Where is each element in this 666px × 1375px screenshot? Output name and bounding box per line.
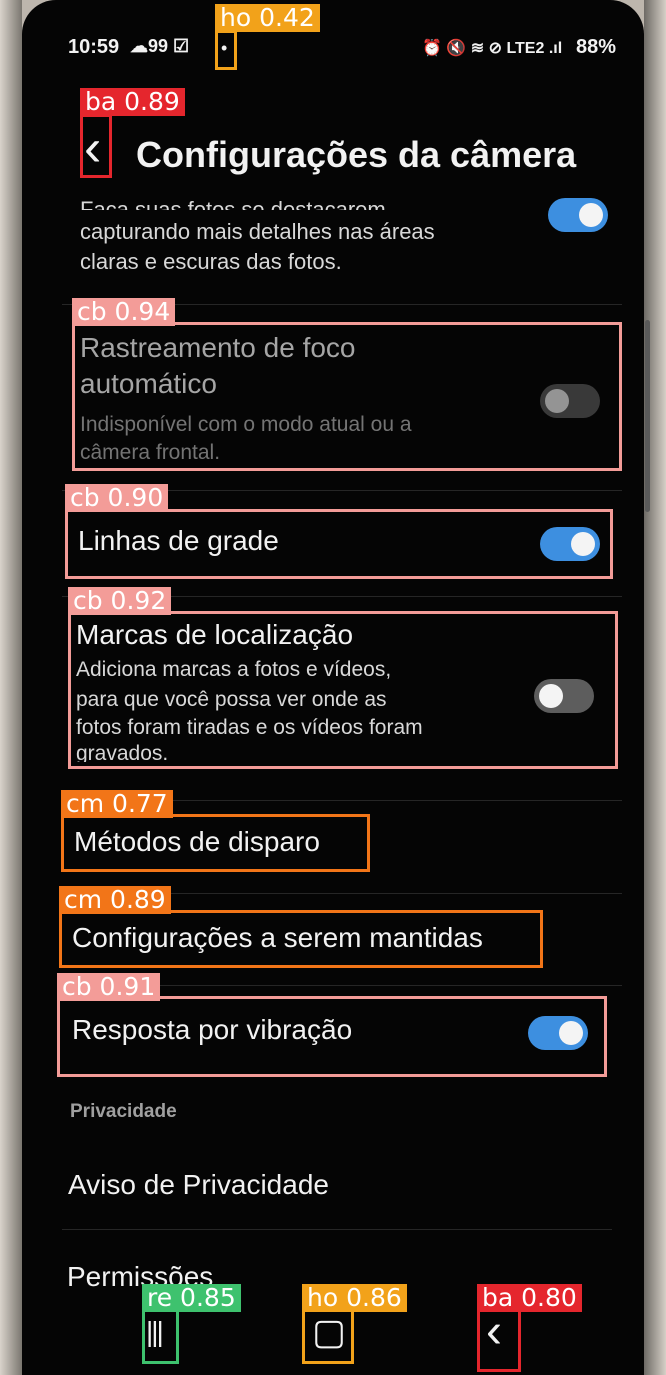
privacy-notice-item[interactable]: Aviso de Privacidade — [68, 1169, 329, 1201]
detection-box-back — [80, 114, 112, 178]
status-system-icons: ⏰ 🔇 ≋ ⊘ LTE2 .ıl — [422, 40, 563, 57]
page-title: Configurações da câmera — [136, 134, 577, 175]
detection-box-home — [302, 1309, 354, 1364]
detection-tag: cb 0.92 — [68, 587, 172, 615]
phone-bezel-right — [644, 0, 666, 1375]
detection-box-home-indicator — [215, 30, 237, 70]
detection-box-menu — [61, 814, 370, 872]
detection-tag: cm 0.89 — [59, 886, 171, 914]
detection-tag: re 0.85 — [142, 1284, 241, 1312]
detection-tag: cb 0.91 — [57, 973, 161, 1001]
detection-tag: ho 0.42 — [215, 4, 320, 32]
battery-level: 88% — [576, 36, 617, 58]
detection-tag: ho 0.86 — [302, 1284, 407, 1312]
top-item-toggle[interactable] — [548, 198, 608, 232]
detection-box-checkbox — [57, 996, 607, 1077]
detection-tag: cm 0.77 — [61, 790, 173, 818]
detection-box-checkbox — [72, 322, 622, 471]
scrollbar[interactable] — [645, 320, 650, 512]
detection-box-recents — [142, 1309, 179, 1364]
privacy-section-header: Privacidade — [70, 1101, 177, 1122]
detection-tag: ba 0.80 — [477, 1284, 582, 1312]
top-item-description-2: claras e escuras das fotos. — [80, 249, 342, 274]
phone-bezel-left — [0, 0, 22, 1375]
status-time: 10:59 — [68, 36, 120, 58]
top-item-description-1: capturando mais detalhes nas áreas — [80, 219, 435, 244]
detection-box-menu — [59, 910, 543, 968]
top-item-partial-line: Faça suas fotos se destacarem — [80, 197, 386, 210]
detection-box-back — [477, 1309, 521, 1372]
detection-tag: cb 0.90 — [65, 484, 169, 512]
detection-box-checkbox — [65, 509, 613, 579]
detection-tag: cb 0.94 — [72, 298, 176, 326]
toggle-knob — [579, 203, 603, 227]
detection-box-checkbox — [68, 611, 618, 769]
divider — [62, 1229, 612, 1230]
status-notification-icons: ☁99 ☑ — [130, 36, 190, 56]
detection-tag: ba 0.89 — [80, 88, 185, 116]
